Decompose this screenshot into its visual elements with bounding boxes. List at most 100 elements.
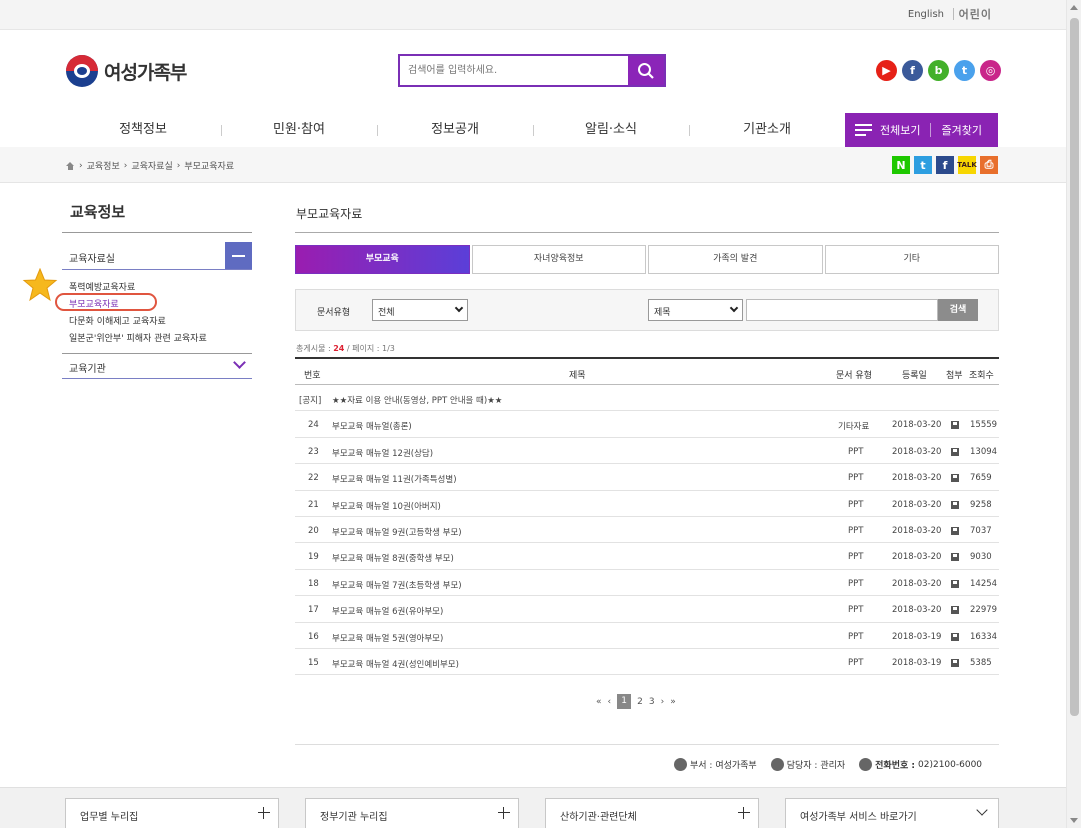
notice-title[interactable]: ★★자료 이용 안내(동영상, PPT 안내을 때)★★ — [332, 394, 502, 406]
scroll-up-arrow-icon[interactable] — [1070, 5, 1078, 10]
search-button[interactable] — [628, 56, 664, 85]
logo-text: 여성가족부 — [104, 61, 187, 84]
table-row[interactable]: 22 부모교육 매뉴얼 11권(가족특성별) PPT 2018-03-20 7659 — [295, 464, 999, 491]
blog-icon[interactable]: b — [928, 60, 949, 81]
ministry-logo[interactable]: 여성가족부 — [66, 55, 187, 87]
next-page-button[interactable]: › — [661, 697, 665, 707]
table-row[interactable]: 17 부모교육 매뉴얼 6권(유아부모) PPT 2018-03-20 22979 — [295, 596, 999, 623]
home-icon[interactable] — [66, 161, 75, 170]
attachment-icon[interactable] — [951, 632, 959, 644]
english-link[interactable]: English — [908, 9, 944, 20]
tab-family-discovery[interactable]: 가족의 발견 — [648, 245, 823, 274]
row-title[interactable]: 부모교육 매뉴얼 12권(상담) — [332, 447, 433, 459]
taegeuk-logo-icon — [66, 55, 98, 87]
keyword-input[interactable] — [746, 299, 938, 321]
row-title[interactable]: 부모교육 매뉴얼 8권(중학생 부모) — [332, 552, 454, 564]
table-row[interactable]: 21 부모교육 매뉴얼 10권(아버지) PPT 2018-03-20 9258 — [295, 491, 999, 517]
footer-gov-sites[interactable]: 정부기관 누리집 — [305, 798, 519, 828]
chevron-down-icon[interactable] — [233, 356, 246, 369]
doc-type-select[interactable]: 전체 — [372, 299, 468, 321]
attachment-icon[interactable] — [951, 553, 959, 564]
search-input[interactable] — [400, 56, 628, 85]
row-title[interactable]: 부모교육 매뉴얼 7권(초등학생 부모) — [332, 579, 462, 591]
vertical-scrollbar[interactable] — [1066, 0, 1081, 828]
table-row[interactable]: 19 부모교육 매뉴얼 8권(중학생 부모) PPT 2018-03-20 9030 — [295, 543, 999, 570]
youtube-icon[interactable]: ▶ — [876, 60, 897, 81]
nav-policy[interactable]: 정책정보 — [68, 113, 218, 147]
table-row[interactable]: 23 부모교육 매뉴얼 12권(상담) PPT 2018-03-20 13094 — [295, 438, 999, 465]
attachment-icon[interactable] — [951, 421, 959, 432]
print-icon[interactable]: ⎙ — [980, 156, 998, 174]
row-title[interactable]: 부모교육 매뉴얼 11권(가족특성별) — [332, 473, 457, 485]
prev-page-button[interactable]: ‹ — [608, 697, 612, 707]
kids-link[interactable]: 어린이 — [959, 6, 992, 22]
row-doc-type: PPT — [848, 473, 864, 484]
scroll-down-arrow-icon[interactable] — [1070, 818, 1078, 823]
tab-parent-education[interactable]: 부모교육 — [295, 245, 470, 274]
attachment-icon[interactable] — [951, 606, 959, 617]
scrollbar-thumb[interactable] — [1070, 18, 1079, 716]
page-1[interactable]: 1 — [617, 694, 632, 709]
breadcrumb-item[interactable]: 교육자료실 — [131, 159, 172, 172]
row-views: 16334 — [970, 631, 998, 642]
table-row[interactable]: 18 부모교육 매뉴얼 7권(초등학생 부모) PPT 2018-03-20 14254 — [295, 570, 999, 597]
row-title[interactable]: 부모교육 매뉴얼 9권(고등학생 부모) — [332, 526, 462, 538]
row-title[interactable]: 부모교육 매뉴얼 5권(영아부모) — [332, 632, 443, 644]
row-number: 21 — [308, 499, 319, 510]
twitter-share-icon[interactable]: t — [914, 156, 932, 174]
nav-petition[interactable]: 민원·참여 — [224, 113, 374, 147]
table-row[interactable]: 20 부모교육 매뉴얼 9권(고등학생 부모) PPT 2018-03-20 7037 — [295, 517, 999, 544]
attachment-icon[interactable] — [951, 447, 959, 459]
footer-work-sites[interactable]: 업무별 누리집 — [65, 798, 279, 828]
row-date: 2018-03-20 — [892, 473, 942, 484]
attachment-icon[interactable] — [951, 526, 959, 538]
row-doc-type: 기타자료 — [838, 422, 870, 433]
table-row[interactable]: 16 부모교육 매뉴얼 5권(영아부모) PPT 2018-03-19 16334 — [295, 623, 999, 649]
lnb-sub-multicultural[interactable]: 다문화 이해제고 교육자료 — [69, 314, 166, 327]
footer-affiliated[interactable]: 산하기관·관련단체 — [545, 798, 759, 828]
row-number: 23 — [308, 446, 319, 457]
page-3[interactable]: 3 — [649, 697, 655, 707]
category-tabs: 부모교육 자녀양육정보 가족의 발견 기타 — [295, 245, 999, 274]
breadcrumb-item[interactable]: 교육정보 — [87, 159, 120, 172]
tab-parenting-info[interactable]: 자녀양육정보 — [471, 245, 646, 274]
search-field-select[interactable]: 제목 — [648, 299, 743, 321]
kakaotalk-share-icon[interactable]: TALK — [957, 156, 977, 174]
page-2[interactable]: 2 — [637, 697, 643, 707]
row-doc-type: PPT — [848, 446, 864, 457]
nav-about[interactable]: 기관소개 — [692, 113, 842, 147]
attachment-icon[interactable] — [951, 658, 959, 670]
attachment-icon[interactable] — [951, 474, 959, 485]
naver-share-icon[interactable]: N — [892, 156, 910, 174]
tab-etc[interactable]: 기타 — [824, 245, 999, 274]
row-views: 14254 — [970, 578, 998, 589]
row-title[interactable]: 부모교육 매뉴얼 10권(아버지) — [332, 500, 441, 512]
search-submit-button[interactable]: 검색 — [938, 299, 978, 321]
first-page-button[interactable]: « — [596, 697, 602, 707]
facebook-share-icon[interactable]: f — [936, 156, 954, 174]
row-title[interactable]: 부모교육 매뉴얼(총론) — [332, 420, 412, 432]
lnb-sub-comfort-women[interactable]: 일본군'위안부' 피해자 관련 교육자료 — [69, 331, 207, 344]
nav-news[interactable]: 알림·소식 — [536, 113, 686, 147]
lnb-section-institutions[interactable]: 교육기관 — [62, 353, 252, 379]
notice-row[interactable]: [공지] ★★자료 이용 안내(동영상, PPT 안내을 때)★★ — [295, 385, 999, 412]
row-title[interactable]: 부모교육 매뉴얼 4권(성인예비부모) — [332, 658, 459, 670]
attachment-icon[interactable] — [951, 579, 959, 591]
table-row[interactable]: 15 부모교육 매뉴얼 4권(성인예비부모) PPT 2018-03-19 5385 — [295, 649, 999, 676]
last-page-button[interactable]: » — [670, 697, 676, 707]
twitter-icon[interactable]: t — [954, 60, 975, 81]
all-view-button[interactable]: 전체보기 — [880, 122, 920, 138]
facebook-icon[interactable]: f — [902, 60, 923, 81]
collapse-minus-icon[interactable] — [225, 242, 252, 269]
instagram-icon[interactable]: ◎ — [980, 60, 1001, 81]
footer-services[interactable]: 여성가족부 서비스 바로가기 — [785, 798, 999, 828]
lnb-sub-violence-prevention[interactable]: 폭력예방교육자료 — [69, 280, 135, 293]
table-row[interactable]: 24 부모교육 매뉴얼(총론) 기타자료 2018-03-20 15559 — [295, 411, 999, 438]
row-title[interactable]: 부모교육 매뉴얼 6권(유아부모) — [332, 605, 443, 617]
hamburger-icon[interactable] — [855, 121, 872, 139]
row-number: 15 — [308, 657, 319, 668]
attachment-icon[interactable] — [951, 500, 959, 512]
lnb-section-education-materials[interactable]: 교육자료실 — [62, 242, 252, 270]
favorites-button[interactable]: 즐겨찾기 — [941, 122, 981, 138]
nav-disclosure[interactable]: 정보공개 — [380, 113, 530, 147]
